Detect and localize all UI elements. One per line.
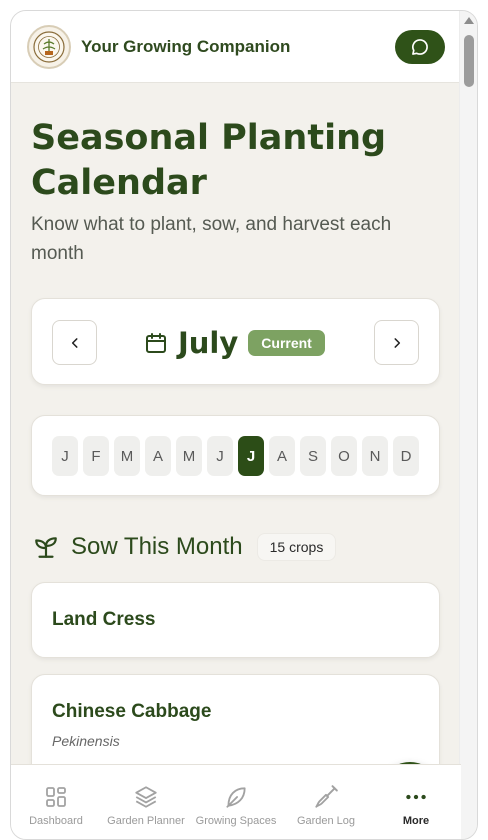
month-chip[interactable]: M [176,436,202,476]
app-logo[interactable] [27,24,71,69]
next-month-button[interactable] [374,320,419,365]
nav-item-garden-planner[interactable]: Garden Planner [101,765,191,829]
scroll-up-arrow-icon[interactable] [464,17,474,24]
nav-label: Garden Log [296,815,356,827]
page-title: Seasonal Planting Calendar [31,118,387,203]
month-strip: JFMAMJJASOND [52,436,419,476]
month-chip[interactable]: F [83,436,109,476]
chat-bubble-icon [412,39,428,55]
month-strip-card: JFMAMJJASOND [31,415,440,496]
more-dots-icon [406,794,426,800]
current-month-badge: Current [248,330,325,356]
nav-item-dashboard[interactable]: Dashboard [11,765,101,829]
month-chip[interactable]: J [207,436,233,476]
previous-month-button[interactable] [52,320,97,365]
layers-icon [135,786,157,808]
nav-item-growing-spaces[interactable]: Growing Spaces [191,765,281,829]
app-frame: Your Growing Companion Seasonal Planting… [10,10,478,840]
crop-name: Chinese Cabbage [52,701,212,722]
chevron-right-icon [393,337,400,348]
crop-card-land-cress[interactable]: Land Cress [31,582,440,658]
sow-section-header: Sow This Month 15 crops [33,530,337,564]
month-chip[interactable]: N [362,436,388,476]
current-month-name: July [178,326,239,360]
month-chip[interactable]: J [238,436,264,476]
nav-label: More [402,815,430,827]
month-chip[interactable]: D [393,436,419,476]
app-title: Your Growing Companion [81,36,291,56]
chevron-left-icon [71,337,78,348]
nav-label: Garden Planner [107,815,185,827]
crop-count-badge: 15 crops [256,533,337,561]
seal-logo-icon [33,30,65,63]
app-header: Your Growing Companion [11,11,461,83]
scrollbar[interactable] [459,11,477,839]
chat-button[interactable] [395,30,445,64]
nav-label: Dashboard [29,815,83,827]
month-selector-card: July Current [31,298,440,385]
month-chip[interactable]: S [300,436,326,476]
grid-icon [46,787,66,807]
month-chip[interactable]: J [52,436,78,476]
page-subtitle: Know what to plant, sow, and harvest eac… [31,214,392,264]
sprout-icon [35,537,57,558]
bottom-navigation: Dashboard Garden Planner Growing Spaces [11,764,461,839]
sow-section-title: Sow This Month [71,533,243,560]
calendar-icon [146,333,166,353]
crop-latin-name: Pekinensis [52,733,120,749]
shovel-icon [315,785,338,808]
month-chip[interactable]: M [114,436,140,476]
crop-name: Land Cress [52,609,156,630]
nav-item-more[interactable]: More [371,765,461,829]
nav-label: Growing Spaces [195,815,277,827]
month-chip[interactable]: A [269,436,295,476]
scrollbar-thumb[interactable] [464,35,474,87]
month-display: July Current [144,323,325,363]
month-chip[interactable]: A [145,436,171,476]
leaf-icon [226,787,246,808]
month-chip[interactable]: O [331,436,357,476]
nav-item-garden-log[interactable]: Garden Log [281,765,371,829]
